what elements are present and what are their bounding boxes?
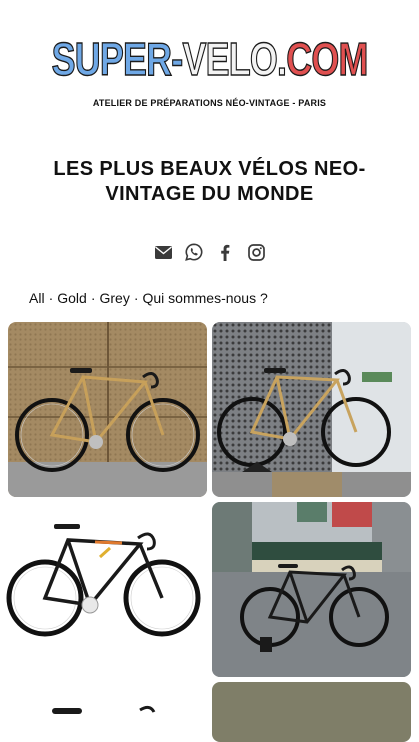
bike-photo	[0, 502, 207, 677]
page-title: LES PLUS BEAUX VÉLOS NEO-VINTAGE DU MOND…	[53, 158, 366, 205]
logo-part-com: COM	[286, 33, 369, 85]
filter-separator: ·	[90, 290, 96, 306]
filter-grey[interactable]: Grey	[99, 290, 129, 306]
gallery-item-black-bike-1[interactable]	[0, 502, 207, 677]
logo-part-velo: VELO.	[182, 33, 288, 85]
bike-photo	[212, 502, 411, 677]
logo-part-super: SUPER-	[51, 33, 184, 85]
filter-all[interactable]: All	[29, 290, 45, 306]
filter-separator: ·	[133, 290, 139, 306]
gallery-item-black-bike-2[interactable]	[212, 502, 411, 677]
bike-photo	[0, 682, 207, 742]
nav-about-us[interactable]: Qui sommes-nous ?	[143, 290, 268, 306]
gallery-item-gold-bike-2[interactable]	[212, 322, 411, 497]
instagram-icon[interactable]	[247, 243, 265, 261]
filter-gold[interactable]: Gold	[57, 290, 87, 306]
facebook-icon[interactable]	[216, 243, 234, 261]
whatsapp-icon[interactable]	[185, 243, 203, 261]
envelope-icon[interactable]	[154, 243, 172, 261]
filter-nav: All · Gold · Grey · Qui sommes-nous ?	[29, 290, 268, 306]
site-tagline: ATELIER DE PRÉPARATIONS NÉO-VINTAGE - PA…	[92, 98, 327, 108]
gallery-item-olive[interactable]	[212, 682, 411, 742]
gallery-item-gold-bike-1[interactable]	[8, 322, 207, 497]
bike-photo	[8, 322, 207, 497]
bike-photo	[212, 322, 411, 497]
social-links	[0, 241, 419, 263]
filter-separator: ·	[48, 290, 54, 306]
bike-photo	[212, 682, 411, 742]
gallery-item-black-bike-3[interactable]	[0, 682, 207, 742]
site-logo[interactable]: SUPER-VELO.COM	[0, 33, 419, 85]
